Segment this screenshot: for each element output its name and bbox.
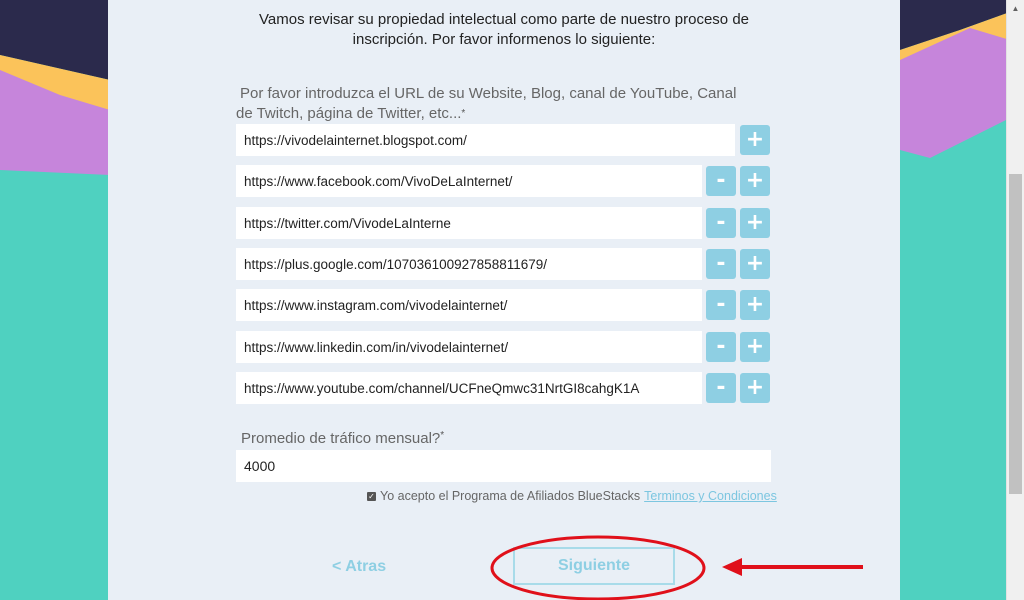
minus-icon: -: [716, 375, 726, 400]
remove-url-button[interactable]: -: [706, 290, 736, 320]
remove-url-button[interactable]: -: [706, 249, 736, 279]
scrollbar[interactable]: ▲: [1006, 0, 1024, 600]
url-field-label: Por favor introduzca el URL de su Websit…: [236, 84, 776, 124]
url-input[interactable]: [236, 124, 735, 156]
add-url-button[interactable]: +: [740, 166, 770, 196]
add-url-button[interactable]: +: [740, 249, 770, 279]
terms-link[interactable]: Terminos y Condiciones: [644, 489, 777, 503]
minus-icon: -: [716, 292, 726, 317]
plus-icon: +: [745, 127, 765, 152]
minus-icon: -: [716, 168, 726, 193]
next-button[interactable]: Siguiente: [513, 547, 675, 585]
minus-icon: -: [716, 210, 726, 235]
remove-url-button[interactable]: -: [706, 208, 736, 238]
terms-row: ✓ Yo acepto el Programa de Afiliados Blu…: [367, 489, 777, 503]
add-url-button[interactable]: +: [740, 332, 770, 362]
plus-icon: +: [745, 168, 765, 193]
back-link[interactable]: < Atras: [332, 558, 386, 576]
traffic-input[interactable]: [236, 450, 771, 482]
terms-text: Yo acepto el Programa de Afiliados BlueS…: [380, 489, 641, 503]
traffic-label-text: Promedio de tráfico mensual?: [241, 430, 441, 447]
plus-icon: +: [745, 375, 765, 400]
url-input[interactable]: [236, 372, 702, 404]
remove-url-button[interactable]: -: [706, 166, 736, 196]
plus-icon: +: [745, 251, 765, 276]
scrollbar-thumb[interactable]: [1009, 174, 1022, 494]
plus-icon: +: [745, 210, 765, 235]
minus-icon: -: [716, 251, 726, 276]
url-input[interactable]: [236, 248, 702, 280]
remove-url-button[interactable]: -: [706, 373, 736, 403]
add-url-button[interactable]: +: [740, 125, 770, 155]
traffic-label: Promedio de tráfico mensual?*: [241, 430, 444, 447]
required-asterisk: *: [461, 108, 466, 119]
url-input[interactable]: [236, 207, 702, 239]
plus-icon: +: [745, 334, 765, 359]
plus-icon: +: [745, 292, 765, 317]
intro-text: Vamos revisar su propiedad intelectual c…: [108, 10, 900, 50]
url-input[interactable]: [236, 331, 702, 363]
add-url-button[interactable]: +: [740, 373, 770, 403]
terms-checkbox[interactable]: ✓: [367, 491, 376, 501]
minus-icon: -: [716, 334, 726, 359]
url-label-line-2: de Twitch, página de Twitter, etc...: [236, 105, 462, 122]
intro-line-1: Vamos revisar su propiedad intelectual c…: [259, 11, 749, 28]
url-input[interactable]: [236, 289, 702, 321]
url-label-line-1: Por favor introduzca el URL de su Websit…: [240, 85, 737, 102]
required-asterisk: *: [440, 430, 445, 441]
add-url-button[interactable]: +: [740, 208, 770, 238]
remove-url-button[interactable]: -: [706, 332, 736, 362]
intro-line-2: inscripción. Por favor informenos lo sig…: [352, 31, 656, 48]
url-input[interactable]: [236, 165, 702, 197]
scroll-up-arrow-icon[interactable]: ▲: [1007, 0, 1024, 17]
add-url-button[interactable]: +: [740, 290, 770, 320]
